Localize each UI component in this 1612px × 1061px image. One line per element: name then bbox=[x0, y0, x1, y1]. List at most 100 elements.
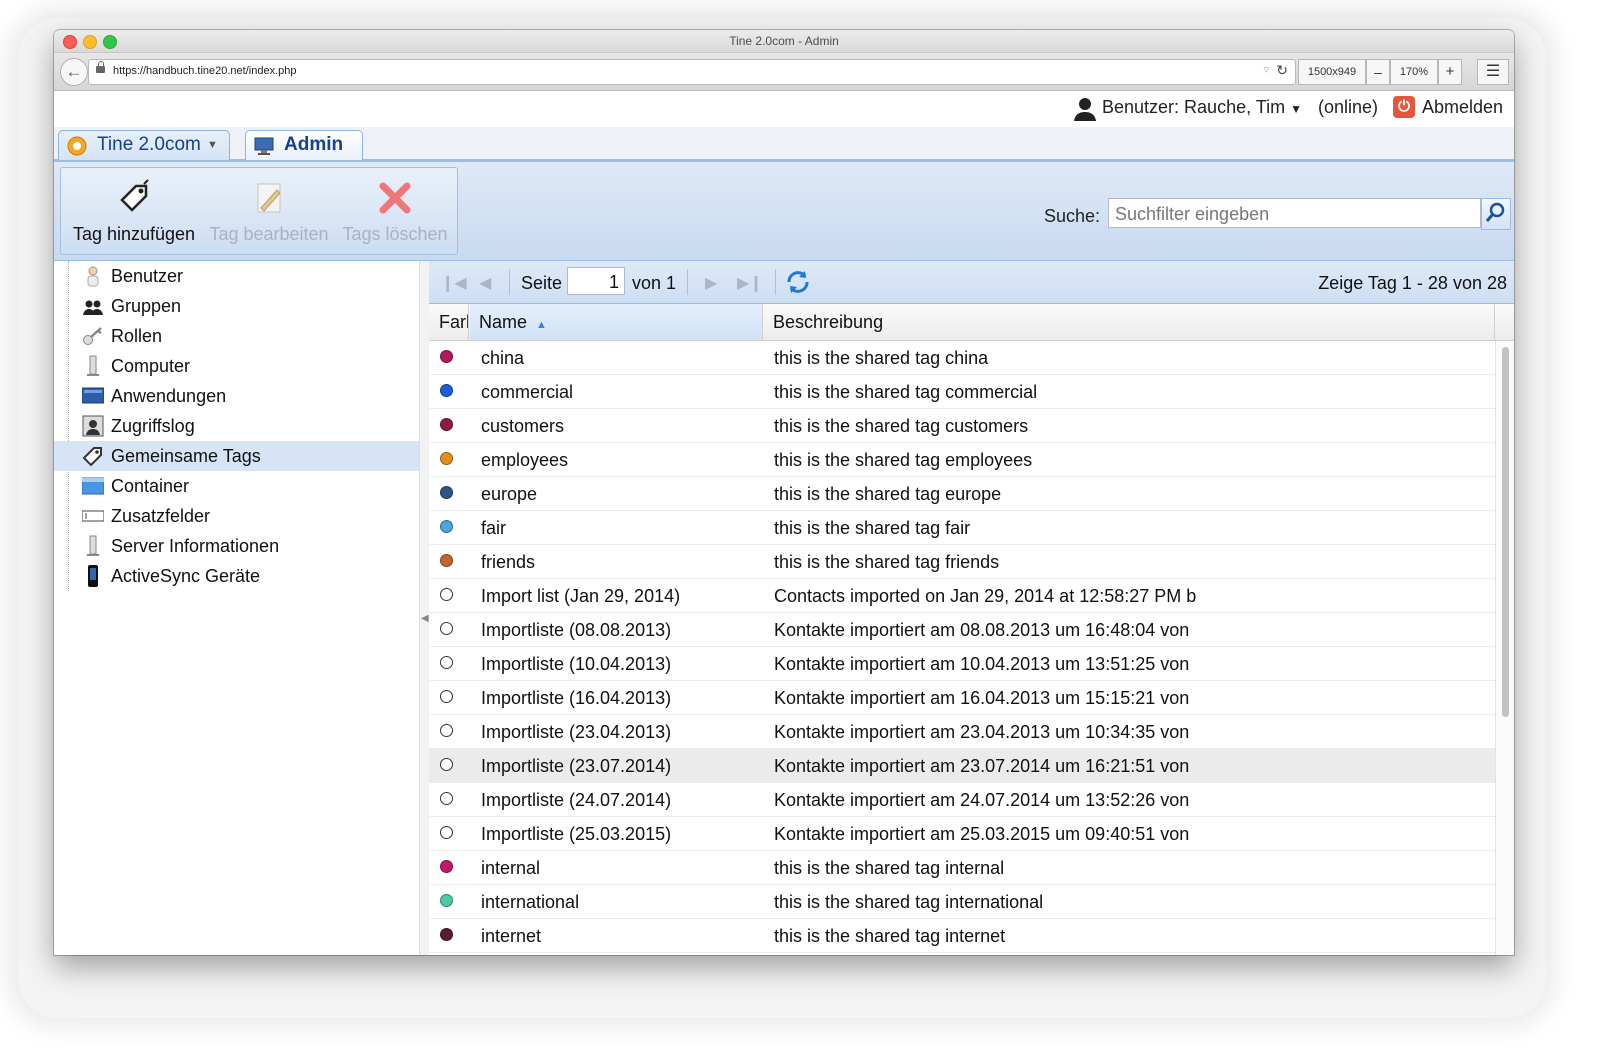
app-tab-strip: Tine 2.0com ▼ Admin bbox=[54, 127, 1514, 162]
phone-icon bbox=[88, 565, 98, 587]
tree-item-zugriffslog[interactable]: Zugriffslog bbox=[54, 411, 419, 441]
tag-name-cell: internal bbox=[481, 858, 541, 878]
lock-icon bbox=[96, 61, 105, 73]
tags-grid: ❙◀ ◀ Seite 1 von 1 ▶ ▶❙ Zeige Tag 1 - 28… bbox=[429, 261, 1514, 955]
table-row[interactable]: internal this is the shared tag internal bbox=[429, 851, 1495, 885]
tag-name-cell: china bbox=[481, 348, 525, 368]
table-row[interactable]: Importliste (10.04.2013) Kontakte importi… bbox=[429, 647, 1495, 681]
logout-link[interactable]: Abmelden bbox=[1422, 97, 1503, 118]
tag-color-swatch bbox=[440, 622, 453, 635]
tree-item-zusatzfelder[interactable]: Zusatzfelder bbox=[54, 501, 419, 531]
tag-name-cell: customers bbox=[481, 416, 565, 436]
tree-item-rollen[interactable]: Rollen bbox=[54, 321, 419, 351]
key-icon bbox=[83, 327, 102, 345]
tag-description-cell: Kontakte importiert am 08.08.2013 um 16:… bbox=[774, 620, 1190, 640]
column-header-description[interactable]: Beschreibung bbox=[764, 304, 1495, 340]
tag-description-cell: this is the shared tag internal bbox=[774, 858, 1005, 878]
tab-admin[interactable]: Admin bbox=[245, 130, 363, 160]
table-row[interactable]: employees this is the shared tag employee… bbox=[429, 443, 1495, 477]
table-row[interactable]: Importliste (23.04.2013) Kontakte importi… bbox=[429, 715, 1495, 749]
tag-icon bbox=[82, 447, 102, 467]
url-text: https://handbuch.tine20.net/index.php bbox=[113, 65, 297, 77]
tree-item-server-informationen[interactable]: Server Informationen bbox=[54, 531, 419, 561]
tree-item-benutzer[interactable]: Benutzer bbox=[54, 261, 419, 291]
collapse-arrow-icon[interactable]: ◀ bbox=[421, 613, 429, 624]
vertical-scrollbar[interactable] bbox=[1495, 341, 1514, 955]
table-row[interactable]: Importliste (08.08.2013) Kontakte importi… bbox=[429, 613, 1495, 647]
column-header-color[interactable]: Farbe bbox=[429, 304, 469, 340]
tag-add-icon bbox=[120, 179, 149, 212]
tree-item-label: Benutzer bbox=[111, 266, 184, 286]
address-bar[interactable]: https://handbuch.tine20.net/index.php ▿ … bbox=[88, 59, 1296, 85]
window-size-display[interactable]: 1500x949 bbox=[1298, 59, 1366, 85]
user-icon bbox=[87, 266, 99, 287]
table-row[interactable]: europe this is the shared tag europe bbox=[429, 477, 1495, 511]
table-row[interactable]: china this is the shared tag china bbox=[429, 341, 1495, 375]
search-button[interactable] bbox=[1481, 198, 1511, 230]
column-header-name[interactable]: Name ▲ bbox=[470, 304, 763, 340]
previous-page-icon[interactable]: ◀ bbox=[479, 273, 491, 293]
table-row[interactable]: Importliste (24.07.2014) Kontakte importi… bbox=[429, 783, 1495, 817]
search-input[interactable]: Suchfilter eingeben bbox=[1108, 198, 1481, 228]
delete-tags-button[interactable]: Tags löschen bbox=[339, 178, 451, 245]
applications-icon bbox=[82, 387, 104, 404]
page-number-input[interactable]: 1 bbox=[567, 267, 625, 295]
tag-description-cell: Contacts imported on Jan 29, 2014 at 12:… bbox=[774, 586, 1197, 606]
last-page-icon[interactable]: ▶❙ bbox=[737, 273, 763, 293]
tree-item-gruppen[interactable]: Gruppen bbox=[54, 291, 419, 321]
page-count: von 1 bbox=[632, 273, 677, 293]
tag-description-cell: Kontakte importiert am 24.07.2014 um 13:… bbox=[774, 790, 1190, 810]
tree-item-anwendungen[interactable]: Anwendungen bbox=[54, 381, 419, 411]
table-row[interactable]: fair this is the shared tag fair bbox=[429, 511, 1495, 545]
zoom-level: 170% bbox=[1390, 59, 1438, 85]
table-row[interactable]: Import list (Jan 29, 2014) Contacts impor… bbox=[429, 579, 1495, 613]
search-icon bbox=[1485, 202, 1505, 222]
computer-icon bbox=[87, 355, 99, 376]
window-title: Tine 2.0com - Admin bbox=[729, 34, 839, 48]
power-icon[interactable]: ⏻ bbox=[1393, 96, 1415, 118]
add-tag-button[interactable]: Tag hinzufügen bbox=[69, 178, 199, 245]
user-avatar-icon bbox=[1074, 98, 1096, 121]
tag-description-cell: this is the shared tag china bbox=[774, 348, 989, 368]
tree-item-computer[interactable]: Computer bbox=[54, 351, 419, 381]
edit-tag-button[interactable]: Tag bearbeiten bbox=[207, 178, 331, 245]
tag-color-swatch bbox=[440, 384, 453, 397]
tag-name-cell: europe bbox=[481, 484, 538, 504]
first-page-icon[interactable]: ❙◀ bbox=[441, 273, 467, 293]
page-label: Seite bbox=[521, 273, 563, 293]
admin-navigation-tree: Benutzer Gruppen Rollen Computer Anwendu… bbox=[54, 261, 420, 955]
table-row[interactable]: Importliste (25.03.2015) Kontakte importi… bbox=[429, 817, 1495, 851]
tag-description-cell: this is the shared tag fair bbox=[774, 518, 971, 538]
table-row[interactable]: customers this is the shared tag customer… bbox=[429, 409, 1495, 443]
tab-tine-label: Tine 2.0com bbox=[97, 134, 201, 155]
table-row[interactable]: international this is the shared tag inte… bbox=[429, 885, 1495, 919]
tag-description-cell: this is the shared tag customers bbox=[774, 416, 1029, 436]
tab-tine[interactable]: Tine 2.0com ▼ bbox=[58, 130, 230, 160]
server-icon bbox=[87, 535, 99, 556]
url-dropdown-icon[interactable]: ▿ bbox=[1263, 63, 1269, 76]
tree-item-label: Computer bbox=[111, 356, 191, 376]
zoom-out-button[interactable]: – bbox=[1366, 59, 1390, 85]
refresh-icon[interactable] bbox=[785, 269, 811, 295]
group-icon bbox=[83, 300, 103, 315]
zoom-in-button[interactable]: + bbox=[1438, 59, 1462, 85]
back-button[interactable]: ← bbox=[60, 58, 88, 86]
reload-icon[interactable]: ↻ bbox=[1276, 62, 1288, 79]
table-row[interactable]: Importliste (23.07.2014) Kontakte importi… bbox=[429, 749, 1495, 783]
user-menu[interactable]: Benutzer: Rauche, Tim ▼ bbox=[1102, 97, 1302, 118]
tree-item-label: Rollen bbox=[111, 326, 163, 346]
scrollbar-thumb[interactable] bbox=[1502, 347, 1509, 717]
table-row[interactable]: commercial this is the shared tag commerc… bbox=[429, 375, 1495, 409]
next-page-icon[interactable]: ▶ bbox=[705, 273, 717, 293]
tab-dropdown-icon[interactable]: ▼ bbox=[207, 131, 218, 159]
tree-item-activesync-geraete[interactable]: ActiveSync Geräte bbox=[54, 561, 419, 591]
tag-color-swatch bbox=[440, 792, 453, 805]
table-row[interactable]: Importliste (16.04.2013) Kontakte importi… bbox=[429, 681, 1495, 715]
table-row[interactable]: friends this is the shared tag friends bbox=[429, 545, 1495, 579]
table-row[interactable]: internet this is the shared tag internet bbox=[429, 919, 1495, 953]
folder-icon bbox=[82, 477, 104, 495]
delete-tags-label: Tags löschen bbox=[342, 224, 448, 244]
menu-icon[interactable]: ☰ bbox=[1477, 59, 1509, 85]
tree-item-container[interactable]: Container bbox=[54, 471, 419, 501]
tree-item-gemeinsame-tags[interactable]: Gemeinsame Tags bbox=[54, 441, 419, 471]
